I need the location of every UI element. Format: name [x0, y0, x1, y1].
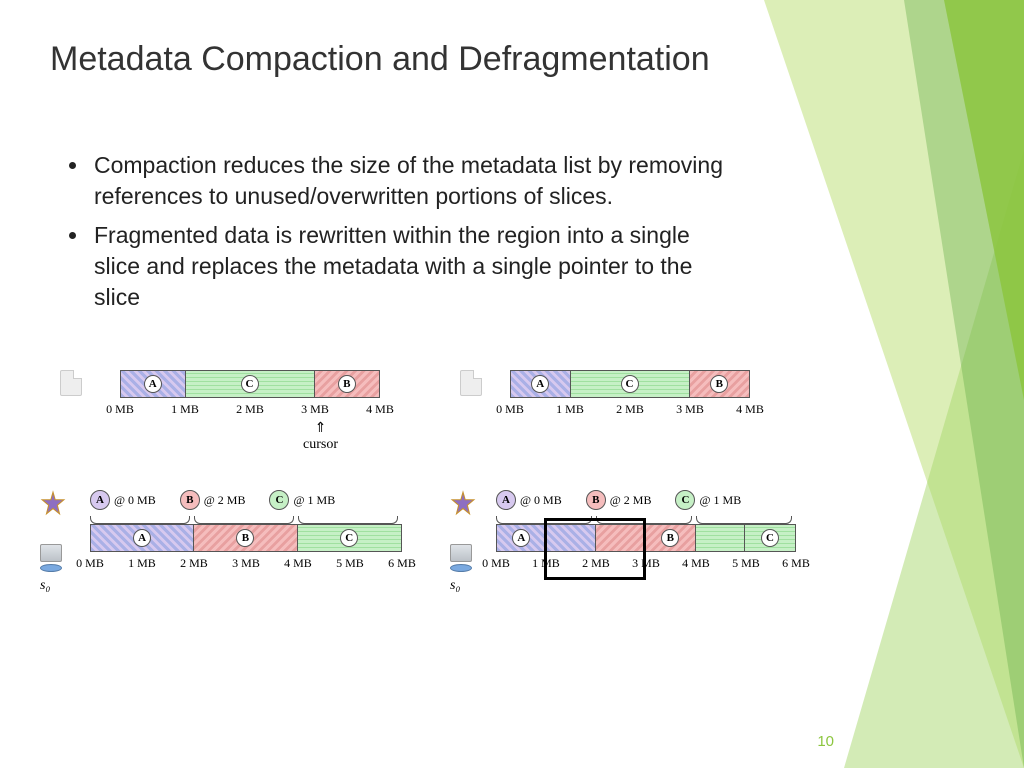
block-label: C: [621, 375, 639, 393]
tick-label: 5 MB: [336, 556, 364, 571]
ptr-offset: @ 1 MB: [699, 493, 741, 508]
tick-label: 5 MB: [732, 556, 760, 571]
bullet-item: Compaction reduces the size of the metad…: [90, 150, 730, 212]
tick-label: 3 MB: [301, 402, 329, 417]
block-label: C: [241, 375, 259, 393]
ptr-offset: @ 2 MB: [610, 493, 652, 508]
block-label: B: [236, 529, 254, 547]
ptr-label: A: [496, 490, 516, 510]
tick-label: 4 MB: [682, 556, 710, 571]
server-label: s₀: [450, 578, 478, 594]
block-label: A: [512, 529, 530, 547]
bullet-list: Compaction reduces the size of the metad…: [90, 150, 730, 321]
ptr-label: B: [180, 490, 200, 510]
ptr-offset: @ 0 MB: [114, 493, 156, 508]
tick-label: 4 MB: [366, 402, 394, 417]
block-label: B: [661, 529, 679, 547]
tick-label: 0 MB: [76, 556, 104, 571]
ptr-label: C: [675, 490, 695, 510]
file-icon: [460, 370, 482, 396]
tick-label: 3 MB: [676, 402, 704, 417]
tick-label: 1 MB: [171, 402, 199, 417]
tick-label: 1 MB: [128, 556, 156, 571]
server-icon: [450, 544, 478, 574]
highlight-box: [544, 518, 646, 580]
slide-title: Metadata Compaction and Defragmentation: [50, 40, 710, 79]
tick-label: 3 MB: [232, 556, 260, 571]
block-label: B: [710, 375, 728, 393]
file-icon: [60, 370, 82, 396]
bg-decoration: [944, 0, 1024, 400]
bullet-item: Fragmented data is rewritten within the …: [90, 220, 730, 313]
tick-label: 0 MB: [106, 402, 134, 417]
block-label: B: [338, 375, 356, 393]
tick-label: 6 MB: [782, 556, 810, 571]
ptr-label: B: [586, 490, 606, 510]
diagrams: A C B 0 MB 1 MB 2 MB 3 MB 4 MB cursor A …: [40, 370, 860, 700]
block-label: C: [340, 529, 358, 547]
ptr-offset: @ 2 MB: [204, 493, 246, 508]
block-label: C: [761, 529, 779, 547]
star-icon: [40, 490, 66, 516]
tick-label: 0 MB: [496, 402, 524, 417]
tick-label: 4 MB: [736, 402, 764, 417]
tick-label: 1 MB: [556, 402, 584, 417]
tick-label: 4 MB: [284, 556, 312, 571]
block-label: A: [531, 375, 549, 393]
tick-label: 0 MB: [482, 556, 510, 571]
server-icon: [40, 544, 68, 574]
page-number: 10: [817, 733, 834, 750]
cursor-label: cursor: [303, 420, 338, 453]
ptr-label: A: [90, 490, 110, 510]
server-label: s₀: [40, 578, 68, 594]
ptr-offset: @ 0 MB: [520, 493, 562, 508]
ptr-offset: @ 1 MB: [293, 493, 335, 508]
tick-label: 2 MB: [616, 402, 644, 417]
tick-label: 2 MB: [180, 556, 208, 571]
block-label: A: [144, 375, 162, 393]
block-label: A: [133, 529, 151, 547]
ptr-label: C: [269, 490, 289, 510]
star-icon: [450, 490, 476, 516]
tick-label: 2 MB: [236, 402, 264, 417]
tick-label: 6 MB: [388, 556, 416, 571]
